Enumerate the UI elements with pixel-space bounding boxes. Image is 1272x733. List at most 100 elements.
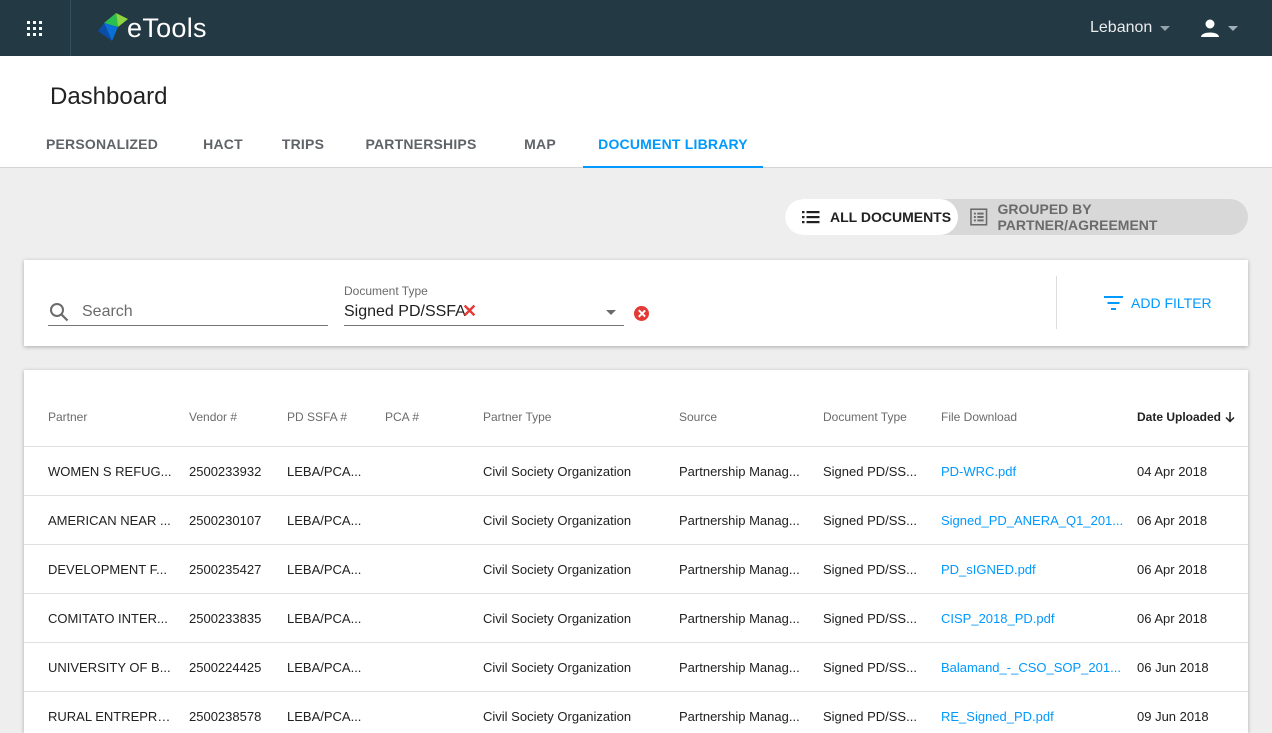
all-documents-button[interactable]: ALL DOCUMENTS — [785, 199, 958, 235]
documents-table: Partner Vendor # PD SSFA # PCA # Partner… — [24, 370, 1248, 733]
column-header-vendor: Vendor # — [189, 410, 238, 424]
cell-vendor: 2500233835 — [189, 611, 262, 626]
app-name: eTools — [127, 12, 207, 43]
tab-map[interactable]: MAP — [506, 124, 574, 168]
table-row: DEVELOPMENT F... 2500235427 LEBA/PCA... … — [24, 545, 1248, 594]
tab-partnerships[interactable]: PARTNERSHIPS — [336, 124, 506, 168]
file-download-link[interactable]: PD_sIGNED.pdf — [941, 562, 1127, 577]
cell-partner-type: Civil Society Organization — [483, 562, 632, 577]
cell-pd-ssfa: LEBA/PCA... — [287, 611, 362, 626]
grouped-documents-label: GROUPED BY PARTNER/AGREEMENT — [997, 201, 1158, 233]
table-row: AMERICAN NEAR ... 2500230107 LEBA/PCA...… — [24, 496, 1248, 545]
cell-source: Partnership Manag... — [679, 513, 800, 528]
clear-filter-icon[interactable] — [634, 306, 649, 321]
table-header: Partner Vendor # PD SSFA # PCA # Partner… — [24, 370, 1248, 447]
top-bar: eTools Lebanon — [0, 0, 1272, 56]
tab-hact[interactable]: HACT — [176, 124, 270, 168]
arrow-down-icon — [1225, 412, 1235, 423]
cell-source: Partnership Manag... — [679, 660, 800, 675]
column-header-date-uploaded[interactable]: Date Uploaded — [1137, 410, 1236, 424]
remove-chip-icon[interactable]: ✕ — [462, 301, 477, 321]
grouped-documents-button[interactable]: GROUPED BY PARTNER/AGREEMENT — [958, 199, 1248, 235]
file-download-link[interactable]: RE_Signed_PD.pdf — [941, 709, 1127, 724]
cell-partner: DEVELOPMENT F... — [48, 562, 167, 577]
column-header-pd-ssfa: PD SSFA # — [287, 410, 348, 424]
document-type-dropdown[interactable]: Document Type Signed PD/SSFA ✕ — [344, 284, 624, 326]
cell-date: 06 Apr 2018 — [1137, 611, 1208, 626]
cell-vendor: 2500233932 — [189, 464, 262, 479]
cell-document-type: Signed PD/SS... — [823, 464, 917, 479]
cell-document-type: Signed PD/SS... — [823, 611, 917, 626]
cell-source: Partnership Manag... — [679, 464, 800, 479]
filter-card: Document Type Signed PD/SSFA ✕ ADD FILTE… — [24, 260, 1248, 346]
cell-pd-ssfa: LEBA/PCA... — [287, 562, 362, 577]
cell-date: 06 Apr 2018 — [1137, 562, 1208, 577]
cell-partner: RURAL ENTREPRE... — [48, 709, 173, 724]
cell-partner: AMERICAN NEAR ... — [48, 513, 171, 528]
file-download-link[interactable]: Signed_PD_ANERA_Q1_201... — [941, 513, 1127, 528]
cell-pd-ssfa: LEBA/PCA... — [287, 464, 362, 479]
cell-document-type: Signed PD/SS... — [823, 709, 917, 724]
cell-source: Partnership Manag... — [679, 611, 800, 626]
apps-menu-button[interactable] — [0, 0, 71, 56]
add-filter-button[interactable]: ADD FILTER — [1104, 294, 1212, 312]
cell-partner-type: Civil Society Organization — [483, 660, 632, 675]
chevron-down-icon — [1160, 25, 1171, 31]
cell-vendor: 2500238578 — [189, 709, 262, 724]
search-icon — [50, 303, 69, 322]
cell-document-type: Signed PD/SS... — [823, 660, 917, 675]
column-header-document-type: Document Type — [823, 410, 907, 424]
chevron-down-icon — [1228, 25, 1238, 31]
etools-logo-icon — [98, 13, 128, 41]
column-header-partner: Partner — [48, 410, 88, 424]
file-download-link[interactable]: PD-WRC.pdf — [941, 464, 1127, 479]
chevron-down-icon — [606, 310, 616, 315]
cell-partner: COMITATO INTER... — [48, 611, 168, 626]
cell-partner: UNIVERSITY OF B... — [48, 660, 171, 675]
user-menu[interactable] — [1200, 17, 1238, 39]
cell-partner-type: Civil Society Organization — [483, 709, 632, 724]
cell-partner: WOMEN S REFUG... — [48, 464, 172, 479]
table-row: UNIVERSITY OF B... 2500224425 LEBA/PCA..… — [24, 643, 1248, 692]
document-type-label: Document Type — [344, 284, 428, 298]
tab-personalized[interactable]: PERSONALIZED — [28, 124, 176, 168]
cell-pd-ssfa: LEBA/PCA... — [287, 709, 362, 724]
table-row: RURAL ENTREPRE... 2500238578 LEBA/PCA...… — [24, 692, 1248, 733]
divider — [1056, 276, 1057, 329]
tab-document-library[interactable]: DOCUMENT LIBRARY — [583, 124, 763, 168]
cell-vendor: 2500224425 — [189, 660, 262, 675]
account-icon — [1201, 19, 1219, 37]
page-header: Dashboard PERSONALIZED HACT TRIPS PARTNE… — [0, 56, 1272, 168]
column-header-pca: PCA # — [385, 410, 420, 424]
table-row: WOMEN S REFUG... 2500233932 LEBA/PCA... … — [24, 447, 1248, 496]
column-header-date-label: Date Uploaded — [1137, 410, 1222, 424]
column-header-file-download: File Download — [941, 410, 1018, 424]
cell-date: 06 Jun 2018 — [1137, 660, 1209, 675]
tab-trips[interactable]: TRIPS — [270, 124, 336, 168]
country-label: Lebanon — [1090, 19, 1153, 36]
cell-vendor: 2500235427 — [189, 562, 262, 577]
file-download-link[interactable]: Balamand_-_CSO_SOP_201... — [941, 660, 1127, 675]
list-icon — [802, 211, 820, 224]
document-type-value: Signed PD/SSFA — [344, 303, 466, 320]
cell-date: 06 Apr 2018 — [1137, 513, 1208, 528]
cell-date: 04 Apr 2018 — [1137, 464, 1208, 479]
cell-vendor: 2500230107 — [189, 513, 262, 528]
apps-grid-icon — [27, 21, 42, 36]
cell-document-type: Signed PD/SS... — [823, 562, 917, 577]
search-field[interactable] — [48, 300, 328, 326]
cell-document-type: Signed PD/SS... — [823, 513, 917, 528]
all-documents-label: ALL DOCUMENTS — [830, 209, 952, 225]
column-header-partner-type: Partner Type — [483, 410, 552, 424]
search-input[interactable] — [82, 303, 322, 321]
view-toggle: GROUPED BY PARTNER/AGREEMENT ALL DOCUMEN… — [785, 199, 1248, 235]
cell-source: Partnership Manag... — [679, 562, 800, 577]
column-header-source: Source — [679, 410, 718, 424]
grouped-list-icon — [970, 208, 988, 226]
file-download-link[interactable]: CISP_2018_PD.pdf — [941, 611, 1127, 626]
add-filter-label: ADD FILTER — [1131, 295, 1212, 311]
country-selector[interactable]: Lebanon — [1090, 18, 1171, 38]
cell-date: 09 Jun 2018 — [1137, 709, 1209, 724]
app-logo[interactable]: eTools — [96, 10, 207, 46]
page-title: Dashboard — [50, 83, 168, 110]
